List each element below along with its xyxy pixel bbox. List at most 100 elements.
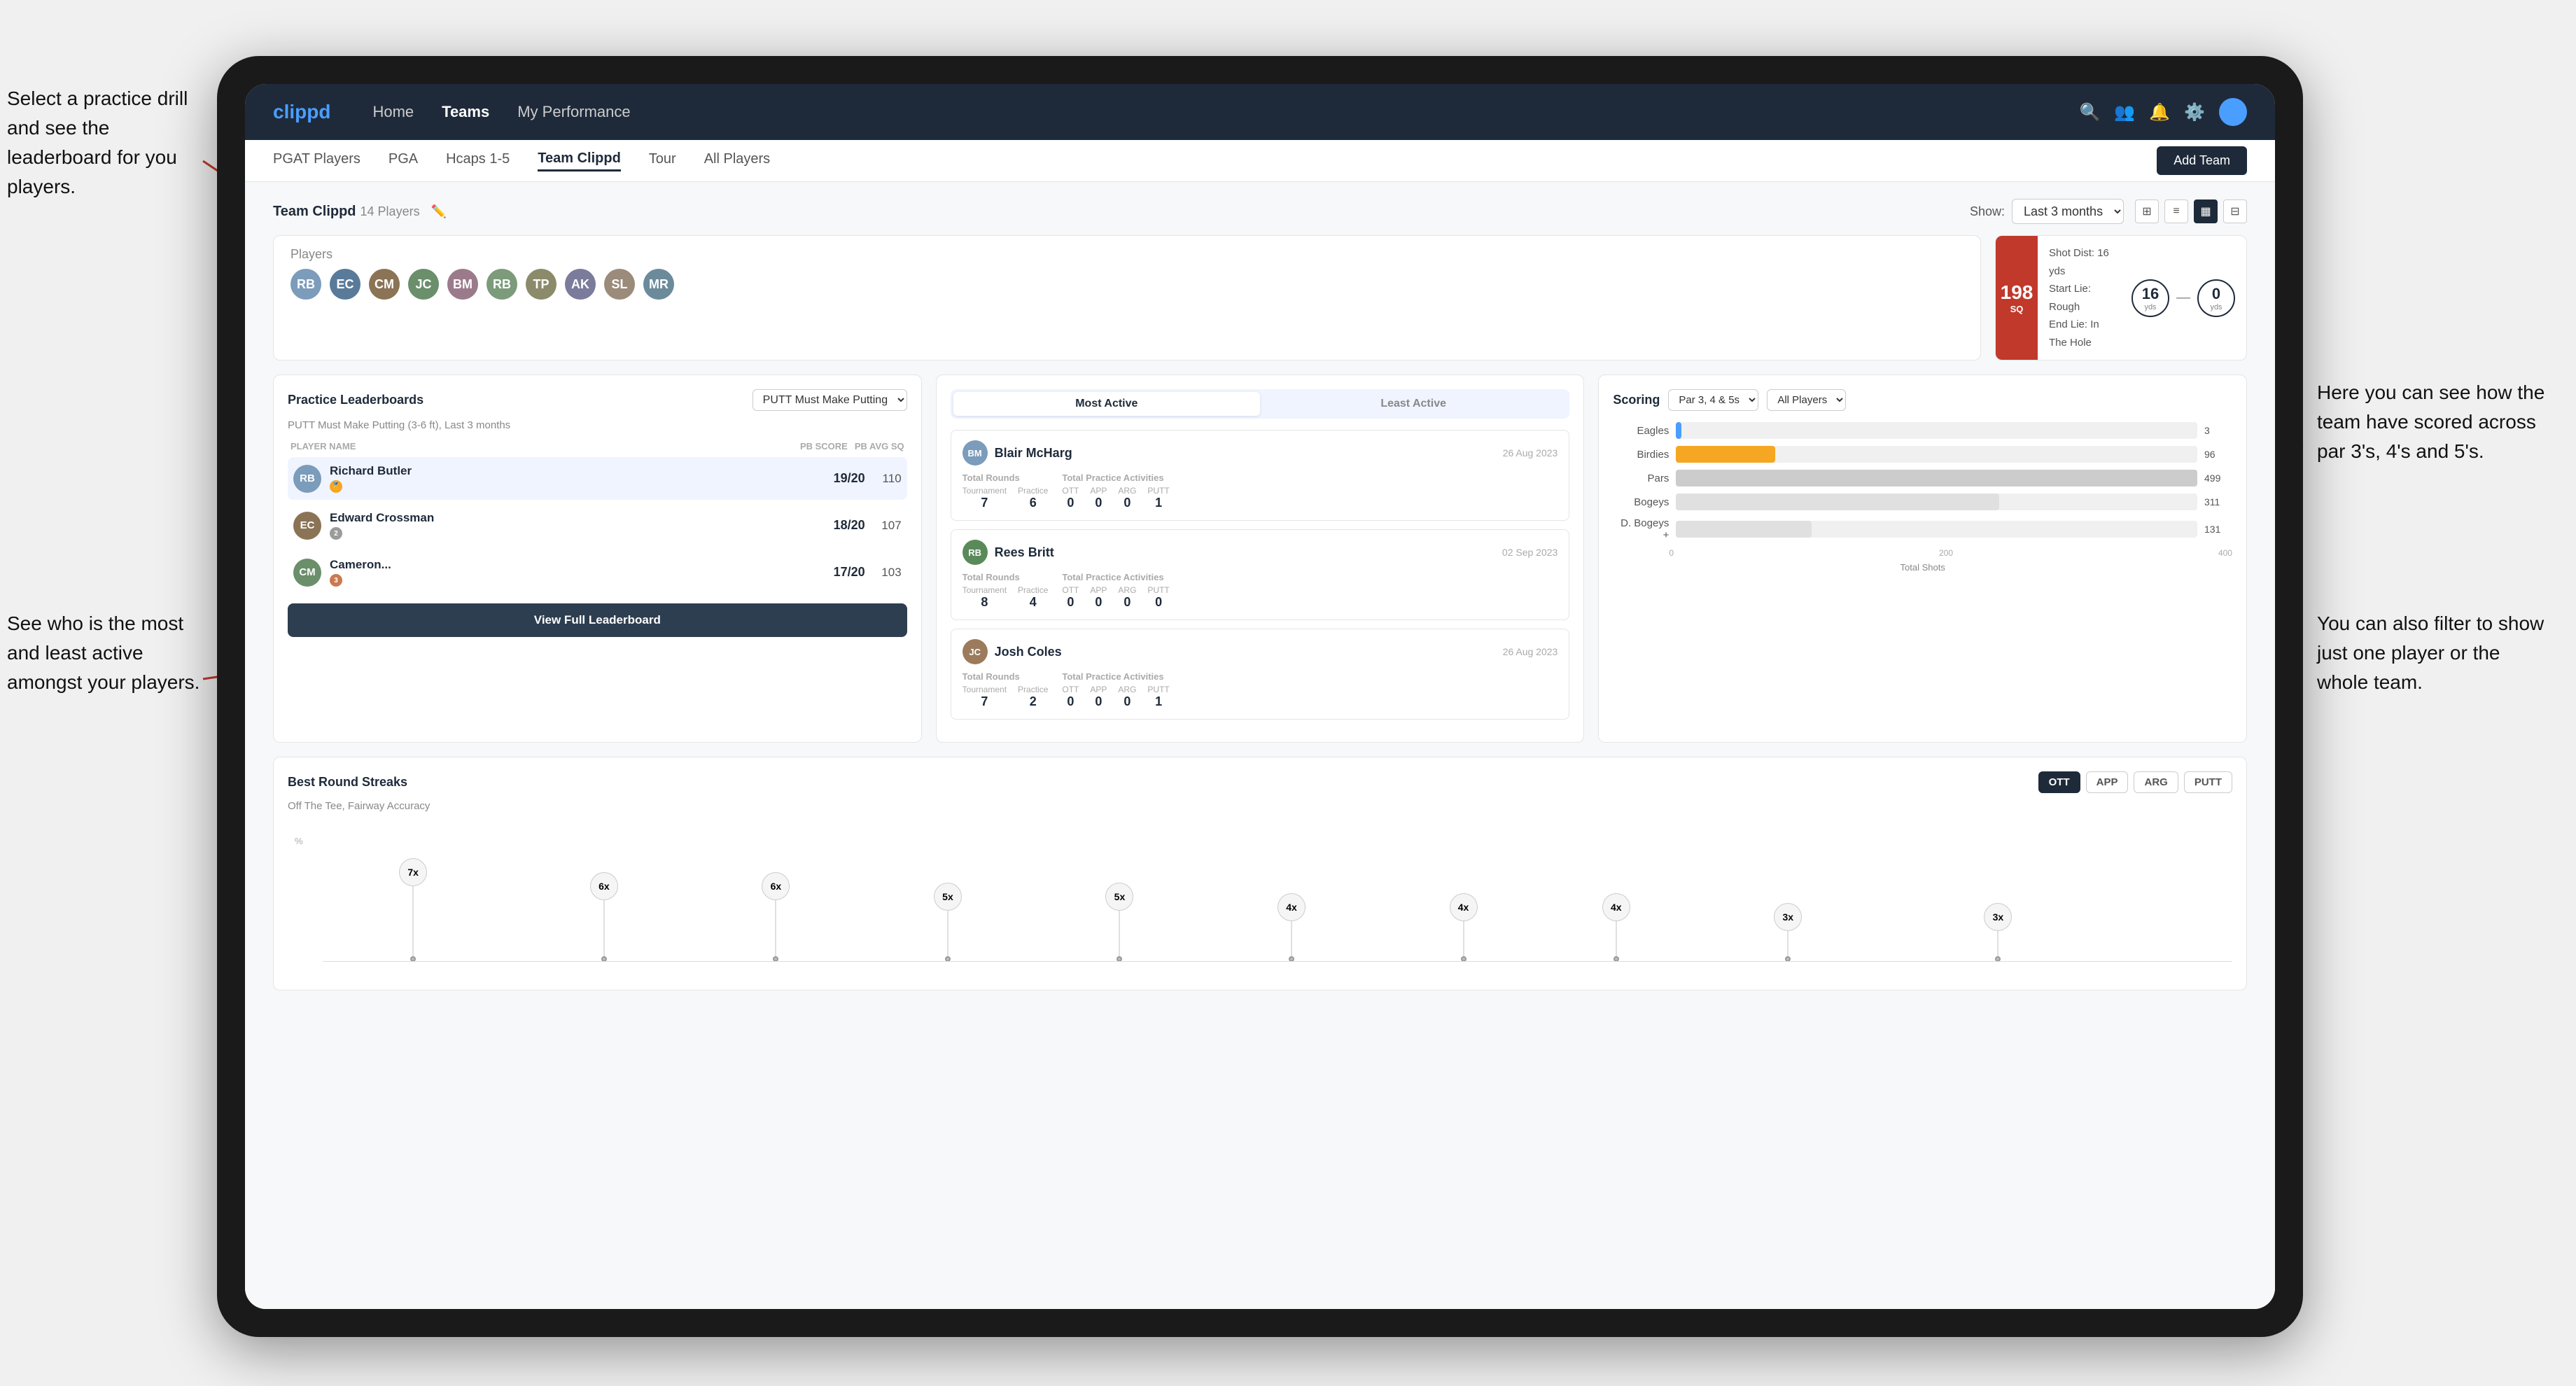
most-active-tab[interactable]: Most Active (953, 392, 1260, 416)
bar-label-eagles: Eagles (1620, 425, 1669, 437)
settings-icon[interactable]: ⚙️ (2184, 102, 2205, 122)
bar-value-birdies: 96 (2204, 449, 2225, 460)
streak-filter-ott[interactable]: OTT (2038, 771, 2080, 793)
streak-pin-10: 3x (1984, 903, 2012, 962)
activity-player-2[interactable]: RB Rees Britt 02 Sep 2023 Total Rounds T… (951, 529, 1570, 620)
pin-line-8 (1616, 921, 1617, 956)
bar-value-pars: 499 (2204, 472, 2225, 484)
pac-name-1: Blair McHarg (995, 446, 1072, 461)
add-team-button[interactable]: Add Team (2157, 146, 2247, 175)
pin-line-2 (603, 900, 605, 956)
activity-player-1[interactable]: BM Blair McHarg 26 Aug 2023 Total Rounds… (951, 430, 1570, 521)
shot-badge-label: SQ (2010, 304, 2024, 314)
stat-practice-2: Practice 4 (1018, 585, 1048, 610)
grid-view-icon[interactable]: ⊞ (2135, 200, 2159, 223)
bell-icon[interactable]: 🔔 (2149, 102, 2170, 122)
subnav-hcaps[interactable]: Hcaps 1-5 (446, 151, 510, 170)
lb-rank-1: 🏅 (330, 480, 822, 493)
streak-pin-9: 3x (1774, 903, 1802, 962)
leaderboard-header: Practice Leaderboards PUTT Must Make Put… (288, 389, 907, 411)
stat-rounds-values-2: Tournament 8 Practice 4 (962, 585, 1049, 610)
edit-icon[interactable]: ✏️ (431, 204, 447, 219)
player-avatar-5[interactable]: BM (447, 269, 478, 300)
col-player: PLAYER NAME (290, 441, 793, 451)
user-avatar[interactable] (2219, 98, 2247, 126)
subnav-pgat[interactable]: PGAT Players (273, 151, 360, 170)
activity-player-3[interactable]: JC Josh Coles 26 Aug 2023 Total Rounds T… (951, 629, 1570, 720)
activity-card: Most Active Least Active BM Blair McHarg… (936, 374, 1585, 743)
drill-subtitle: PUTT Must Make Putting (3-6 ft), Last 3 … (288, 419, 907, 431)
streak-pin-5: 5x (1105, 883, 1133, 962)
pac-avatar-3: JC (962, 639, 988, 664)
player-filter[interactable]: All Players (1767, 389, 1846, 411)
players-shot-row: Players RB EC CM JC BM RB TP AK SL MR (273, 235, 2247, 360)
stat-rounds-label-3: Total Rounds (962, 671, 1049, 682)
search-icon[interactable]: 🔍 (2079, 102, 2100, 122)
lb-row-3[interactable]: CM Cameron... 3 17/20 103 (288, 551, 907, 594)
tablet-screen: clippd Home Teams My Performance 🔍 👥 🔔 ⚙… (245, 84, 2275, 1309)
list-view-icon[interactable]: ≡ (2164, 200, 2188, 223)
streak-filter-app[interactable]: APP (2086, 771, 2129, 793)
streak-filter-arg[interactable]: ARG (2134, 771, 2178, 793)
pac-header-2: RB Rees Britt 02 Sep 2023 (962, 540, 1558, 565)
main-content: Team Clippd 14 Players ✏️ Show: Last 3 m… (245, 182, 2275, 1309)
shot-card: 198 SQ Shot Dist: 16 yds Start Lie: Roug… (1995, 235, 2247, 360)
nav-performance[interactable]: My Performance (517, 103, 630, 121)
least-active-tab[interactable]: Least Active (1260, 392, 1567, 416)
view-leaderboard-button[interactable]: View Full Leaderboard (288, 603, 907, 637)
col-score: PB SCORE (800, 441, 848, 451)
chart-baseline (323, 961, 2232, 962)
lb-rank-3: 3 (330, 574, 822, 587)
lb-avg-3: 103 (874, 566, 902, 580)
lb-row-1[interactable]: RB Richard Butler 🏅 19/20 110 (288, 457, 907, 500)
shot-badge: 198 SQ (1996, 236, 2038, 360)
player-avatar-10[interactable]: MR (643, 269, 674, 300)
stat-activities-label-3: Total Practice Activities (1062, 671, 1169, 682)
stat-app-1: APP 0 (1090, 486, 1107, 510)
table-view-icon[interactable]: ⊟ (2223, 200, 2247, 223)
lb-avg-1: 110 (874, 472, 902, 486)
pin-line-5 (1119, 911, 1120, 956)
player-avatar-8[interactable]: AK (565, 269, 596, 300)
streak-filter-putt[interactable]: PUTT (2184, 771, 2232, 793)
subnav-pga[interactable]: PGA (388, 151, 418, 170)
silver-badge-2: 2 (330, 527, 342, 540)
pin-line-7 (1463, 921, 1464, 956)
subnav-team-clippd[interactable]: Team Clippd (538, 150, 621, 172)
period-select[interactable]: Last 3 months (2012, 199, 2124, 224)
card-view-icon[interactable]: ▦ (2194, 200, 2218, 223)
pac-date-3: 26 Aug 2023 (1503, 646, 1558, 657)
pac-date-1: 26 Aug 2023 (1503, 447, 1558, 458)
lb-name-1: Richard Butler (330, 464, 822, 478)
bar-label-birdies: Birdies (1620, 449, 1669, 461)
bar-label-dbogeys: D. Bogeys + (1620, 517, 1669, 541)
lb-row-2[interactable]: EC Edward Crossman 2 18/20 107 (288, 504, 907, 547)
pin-line-10 (1997, 931, 1998, 956)
subnav-all-players[interactable]: All Players (704, 151, 770, 170)
lb-score-2: 18/20 (830, 518, 865, 533)
drill-select[interactable]: PUTT Must Make Putting (752, 389, 907, 411)
player-avatar-7[interactable]: TP (526, 269, 556, 300)
stat-tournament-1: Tournament 7 (962, 486, 1007, 510)
bar-label-pars: Pars (1620, 472, 1669, 484)
player-avatar-3[interactable]: CM (369, 269, 400, 300)
player-avatar-9[interactable]: SL (604, 269, 635, 300)
lb-player-info-3: Cameron... 3 (330, 558, 822, 587)
nav-teams[interactable]: Teams (442, 103, 489, 121)
streaks-title: Best Round Streaks (288, 775, 407, 790)
streak-chart-container: % 7x 6x 6x (323, 822, 2232, 976)
nav-logo: clippd (273, 101, 330, 123)
people-icon[interactable]: 👥 (2114, 102, 2135, 122)
streaks-header: Best Round Streaks OTT APP ARG PUTT (288, 771, 2232, 793)
pin-label-10: 3x (1984, 903, 2012, 931)
player-avatar-4[interactable]: JC (408, 269, 439, 300)
player-avatar-1[interactable]: RB (290, 269, 321, 300)
nav-home[interactable]: Home (372, 103, 414, 121)
player-avatar-6[interactable]: RB (486, 269, 517, 300)
pin-label-6: 4x (1278, 893, 1306, 921)
subnav-tour[interactable]: Tour (649, 151, 676, 170)
y-axis-label: % (295, 836, 303, 846)
pac-header-1: BM Blair McHarg 26 Aug 2023 (962, 440, 1558, 465)
player-avatar-2[interactable]: EC (330, 269, 360, 300)
par-filter[interactable]: Par 3, 4 & 5s (1668, 389, 1758, 411)
